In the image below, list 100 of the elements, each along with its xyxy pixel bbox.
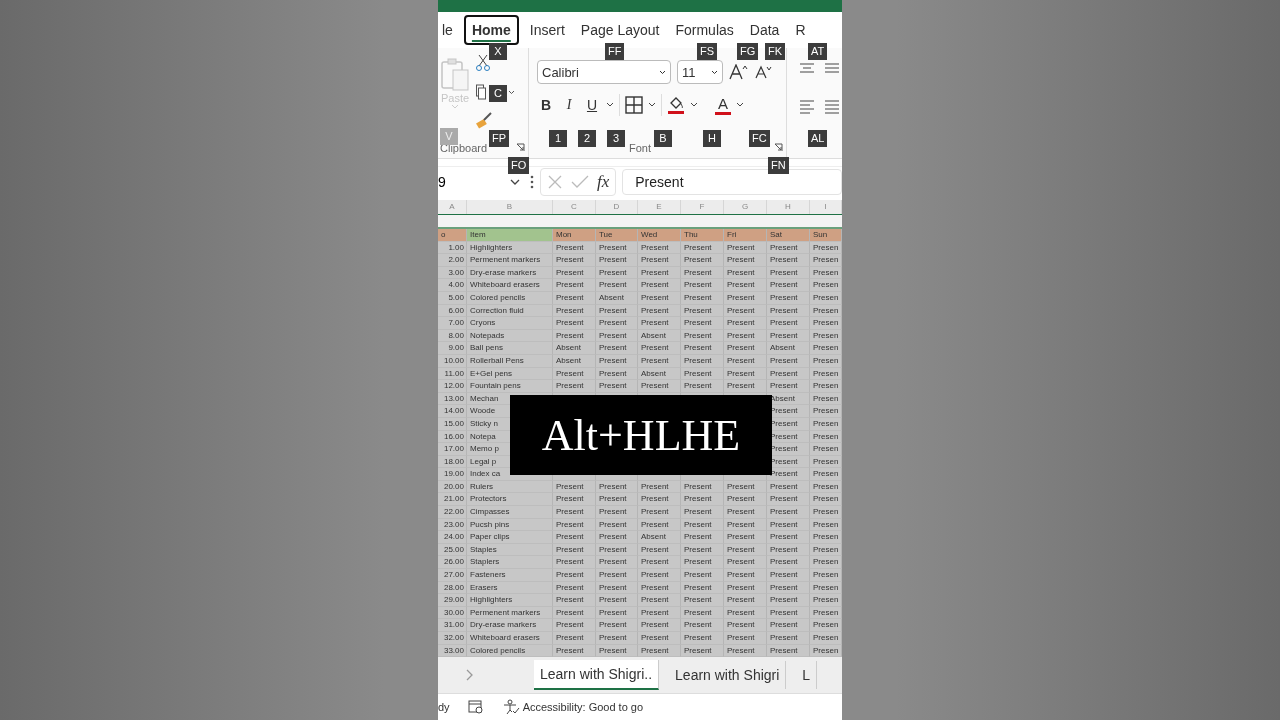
- chevron-down-icon: [659, 69, 666, 75]
- table-cell: Present: [681, 279, 724, 292]
- chevron-down-icon[interactable]: [690, 102, 698, 108]
- table-cell: Present: [767, 266, 810, 280]
- table-cell: Present: [596, 367, 638, 381]
- formula-field[interactable]: Present: [622, 169, 842, 195]
- chevron-down-icon[interactable]: [736, 102, 744, 108]
- chevron-down-icon: [711, 69, 718, 75]
- table-cell: Present: [767, 556, 810, 570]
- group-label: Clipboard: [440, 142, 488, 154]
- table-cell: 1.00: [438, 241, 467, 255]
- italic-button[interactable]: I: [560, 97, 578, 113]
- table-cell: Presen: [810, 329, 842, 343]
- table-cell: Present: [681, 543, 724, 557]
- table-cell: Fasteners: [467, 569, 553, 582]
- copy-icon[interactable]: [476, 84, 486, 100]
- table-cell: Dry-erase markers: [467, 266, 553, 280]
- table-cell: Present: [681, 506, 724, 519]
- chevron-down-icon[interactable]: [648, 102, 656, 108]
- table-cell: Present: [724, 342, 767, 355]
- check-icon[interactable]: [571, 175, 589, 189]
- table-cell: Present: [681, 354, 724, 368]
- sheet-tab[interactable]: L: [796, 661, 818, 689]
- dialog-launcher-icon[interactable]: [774, 143, 783, 152]
- table-cell: Permenent markers: [467, 606, 553, 620]
- insert-function-button[interactable]: fx: [597, 172, 610, 192]
- ribbon-tab[interactable]: Data: [741, 15, 788, 45]
- ribbon-tab[interactable]: Formulas: [667, 15, 742, 45]
- table-cell: 12.00: [438, 380, 467, 393]
- underline-button[interactable]: U: [583, 97, 601, 113]
- table-cell: Present: [553, 632, 596, 645]
- table-cell: Present: [681, 493, 724, 507]
- chevron-down-icon[interactable]: [508, 89, 515, 95]
- table-cell: Presen: [810, 380, 842, 393]
- table-cell: Present: [767, 632, 810, 645]
- table-cell: Present: [596, 317, 638, 330]
- table-cell: Present: [638, 304, 681, 318]
- key-tip: FK: [765, 43, 786, 60]
- brush-icon[interactable]: [476, 112, 494, 130]
- name-box[interactable]: 9: [438, 174, 524, 190]
- table-cell: Present: [596, 531, 638, 544]
- ribbon-tab[interactable]: Insert: [521, 15, 573, 45]
- header-cell: Thu: [681, 229, 724, 242]
- table-cell: Present: [553, 241, 596, 255]
- sheet-tab[interactable]: Learn with Shigri: [669, 661, 787, 689]
- table-cell: Presen: [810, 543, 842, 557]
- accessibility-status[interactable]: Accessibility: Good to go: [522, 701, 644, 713]
- table-cell: Absent: [638, 329, 681, 343]
- table-cell: Present: [596, 254, 638, 267]
- table-cell: Present: [767, 531, 810, 544]
- table-cell: Presen: [810, 342, 842, 355]
- table-cell: Present: [724, 367, 767, 381]
- borders-icon[interactable]: [625, 96, 643, 114]
- ribbon-tab[interactable]: le: [438, 15, 461, 45]
- ribbon-tab[interactable]: R: [787, 15, 814, 45]
- increase-font-icon[interactable]: [729, 64, 749, 80]
- key-tip: X: [489, 43, 507, 60]
- table-cell: Present: [724, 543, 767, 557]
- table-cell: Presen: [810, 468, 842, 481]
- table-cell: Present: [724, 632, 767, 645]
- table-cell: Present: [553, 531, 596, 544]
- cut-icon[interactable]: [476, 54, 490, 72]
- dialog-launcher-icon[interactable]: [516, 143, 525, 152]
- key-tip: AL: [808, 130, 828, 147]
- table-cell: Present: [596, 493, 638, 507]
- bold-button[interactable]: B: [537, 97, 555, 113]
- table-cell: Present: [767, 354, 810, 368]
- table-cell: Absent: [638, 531, 681, 544]
- table-cell: Present: [596, 619, 638, 632]
- table-cell: Present: [724, 556, 767, 570]
- table-cell: Present: [724, 279, 767, 292]
- table-cell: Present: [724, 518, 767, 532]
- table-cell: Presen: [810, 531, 842, 544]
- table-cell: Present: [596, 594, 638, 607]
- chevron-down-icon[interactable]: [606, 102, 614, 108]
- table-cell: Presen: [810, 518, 842, 532]
- font-name-dropdown[interactable]: Calibri: [537, 60, 671, 84]
- font-size-dropdown[interactable]: 11: [677, 60, 723, 84]
- table-cell: Present: [553, 493, 596, 507]
- table-cell: Presen: [810, 594, 842, 607]
- decrease-font-icon[interactable]: [755, 65, 773, 79]
- table-cell: Staplers: [467, 556, 553, 570]
- ribbon-tab[interactable]: Page Layout: [572, 15, 668, 45]
- more-icon[interactable]: [530, 175, 534, 189]
- table-cell: Presen: [810, 443, 842, 456]
- accessibility-icon[interactable]: [501, 699, 520, 715]
- table-cell: Present: [724, 606, 767, 620]
- header-cell: Sat: [767, 229, 810, 242]
- table-cell: Present: [767, 506, 810, 519]
- table-cell: Present: [767, 480, 810, 494]
- fill-color-icon[interactable]: [667, 95, 685, 115]
- table-cell: Present: [553, 619, 596, 632]
- table-cell: Present: [596, 354, 638, 368]
- table-cell: Ball pens: [467, 342, 553, 355]
- font-color-button[interactable]: A: [715, 95, 731, 115]
- sheet-tab[interactable]: Learn with Shigri..: [534, 660, 660, 690]
- page-view-icon[interactable]: [467, 700, 484, 714]
- key-tip: V: [440, 128, 458, 145]
- table-cell: 8.00: [438, 329, 467, 343]
- table-cell: Present: [724, 354, 767, 368]
